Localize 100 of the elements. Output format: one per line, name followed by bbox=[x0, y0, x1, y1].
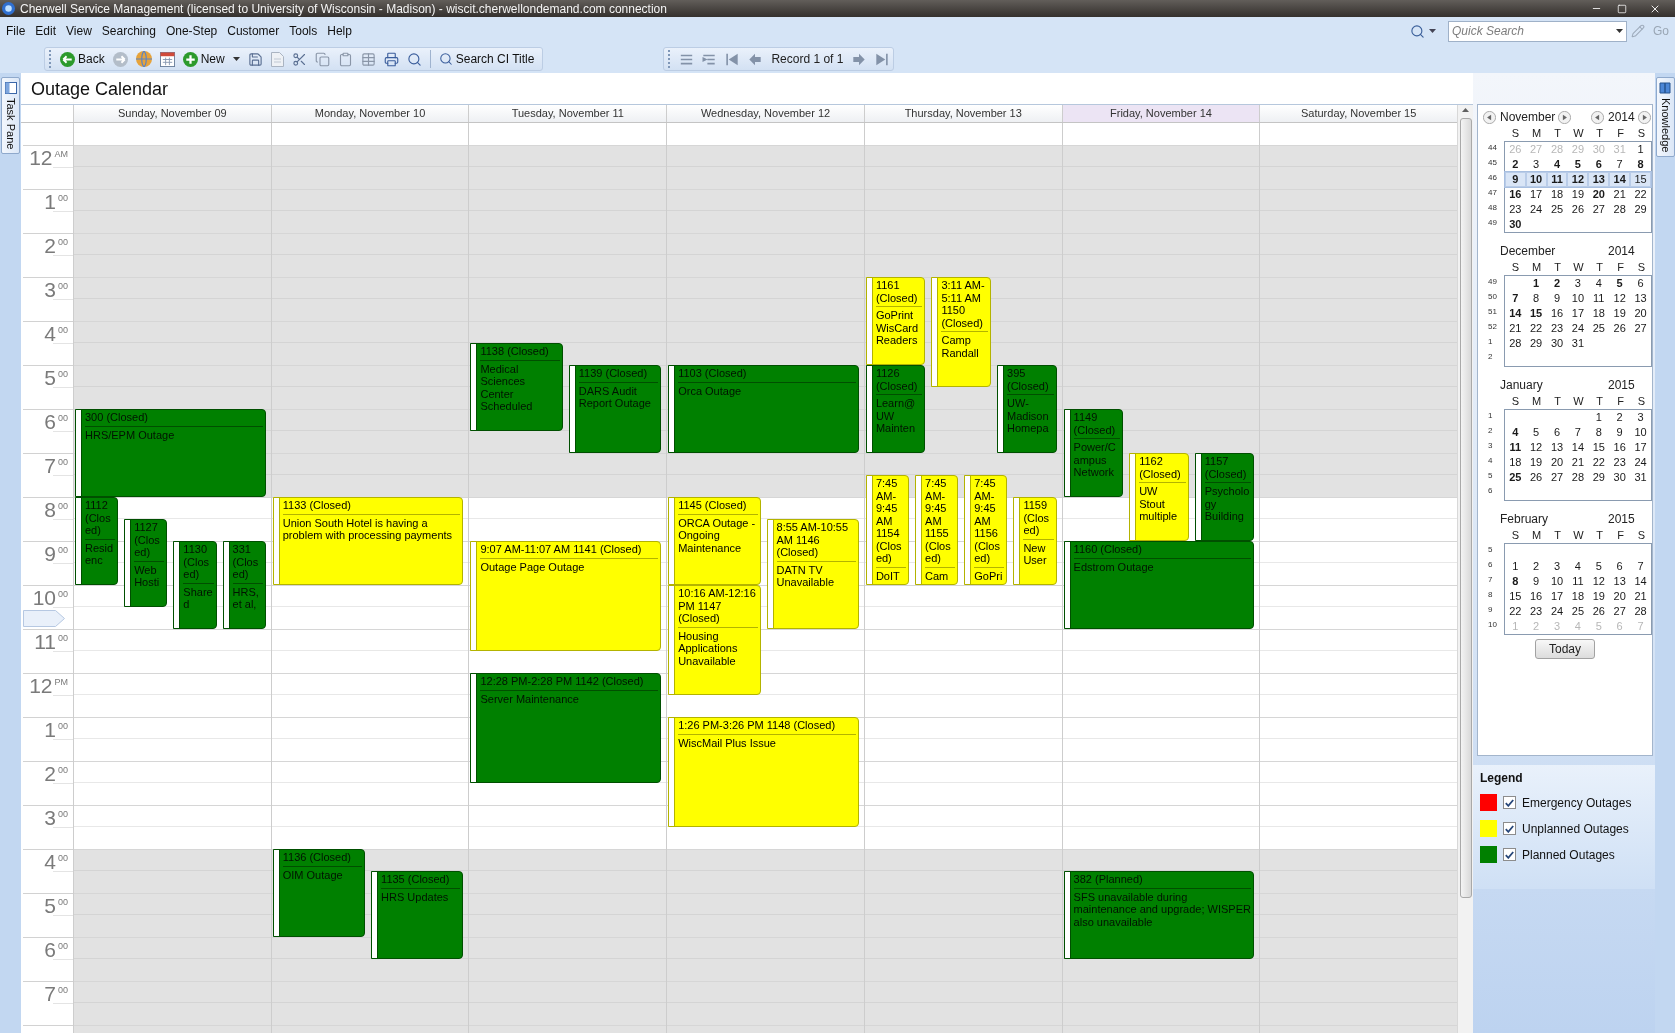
calendar-date[interactable]: 17 bbox=[1567, 306, 1589, 321]
calendar-date[interactable]: 20 bbox=[1546, 455, 1568, 470]
calendar-date[interactable]: 2 bbox=[1525, 559, 1547, 574]
calendar-date[interactable]: 10 bbox=[1567, 291, 1589, 306]
calendar-date[interactable]: 31 bbox=[1630, 470, 1651, 485]
calendar-date[interactable]: 26 bbox=[1567, 202, 1589, 217]
calendar-date[interactable]: 2 bbox=[1546, 276, 1568, 291]
calendar-date[interactable]: 12 bbox=[1525, 440, 1547, 455]
day-header[interactable]: Tuesday, November 11 bbox=[468, 105, 667, 122]
calendar-date[interactable]: 27 bbox=[1609, 604, 1631, 619]
calendar-date[interactable]: 17 bbox=[1546, 589, 1568, 604]
plus-icon[interactable] bbox=[182, 51, 198, 67]
calendar-date[interactable]: 8 bbox=[1504, 574, 1526, 589]
calendar-date[interactable]: 9 bbox=[1609, 425, 1631, 440]
day-header[interactable]: Monday, November 10 bbox=[270, 105, 469, 122]
menu-item[interactable]: One-Step bbox=[160, 23, 223, 39]
calendar-date[interactable]: 9 bbox=[1525, 574, 1547, 589]
calendar-date[interactable]: 28 bbox=[1609, 202, 1631, 217]
calendar-date[interactable]: 25 bbox=[1546, 202, 1568, 217]
event-card[interactable]: 7:45 AM-9:45 AM 1154 (Closed) DoIT bbox=[865, 475, 910, 585]
menu-item[interactable]: Searching bbox=[96, 23, 161, 39]
calendar-date[interactable]: 7 bbox=[1567, 425, 1589, 440]
back-arrow-icon[interactable] bbox=[60, 51, 75, 67]
calendar-date[interactable]: 18 bbox=[1546, 187, 1568, 202]
calendar-date[interactable]: 8 bbox=[1588, 425, 1610, 440]
event-card[interactable]: 1130 (Closed) Shared bbox=[173, 541, 217, 629]
calendar-date[interactable]: 16 bbox=[1504, 187, 1526, 202]
scrollbar-thumb[interactable] bbox=[1459, 118, 1472, 898]
calendar-date[interactable]: 21 bbox=[1609, 187, 1631, 202]
calendar-date[interactable]: 21 bbox=[1567, 455, 1589, 470]
menu-item[interactable]: Tools bbox=[284, 23, 323, 39]
calendar-date[interactable]: 13 bbox=[1546, 440, 1568, 455]
menu-item[interactable]: File bbox=[1, 23, 31, 39]
calendar-date[interactable]: 24 bbox=[1525, 202, 1547, 217]
calendar-date[interactable]: 22 bbox=[1525, 321, 1547, 336]
event-card[interactable]: 1127 (Closed) Web Hosti bbox=[124, 519, 168, 607]
calendar-date[interactable]: 5 bbox=[1588, 559, 1610, 574]
calendar-date[interactable]: 6 bbox=[1588, 157, 1610, 172]
day-header[interactable]: Saturday, November 15 bbox=[1259, 105, 1458, 122]
calendar-date[interactable]: 12 bbox=[1588, 574, 1610, 589]
calendar-date[interactable]: 12 bbox=[1609, 291, 1631, 306]
indent-list-icon[interactable] bbox=[702, 52, 717, 66]
calendar-date[interactable]: 18 bbox=[1567, 589, 1589, 604]
calendar-date[interactable]: 4 bbox=[1588, 276, 1610, 291]
calendar-date[interactable]: 5 bbox=[1567, 157, 1589, 172]
calendar-date[interactable]: 24 bbox=[1546, 604, 1568, 619]
scroll-up-icon[interactable] bbox=[1462, 108, 1469, 112]
calendar-icon[interactable] bbox=[159, 51, 175, 67]
calendar-date[interactable]: 12 bbox=[1567, 172, 1589, 187]
event-card[interactable]: 1112 (Closed) Residenc bbox=[75, 497, 119, 585]
calendar-date[interactable]: 10 bbox=[1525, 172, 1547, 187]
event-card[interactable]: 1138 (Closed) Medical Sciences Center Scheduled bbox=[470, 343, 563, 431]
calendar-date[interactable]: 16 bbox=[1525, 589, 1547, 604]
event-card[interactable]: 8:55 AM-10:55 AM 1146 (Closed) DATN TV Unavailable bbox=[766, 519, 859, 629]
calendar-date[interactable]: 29 bbox=[1525, 336, 1547, 351]
calendar-date[interactable]: 20 bbox=[1609, 589, 1631, 604]
calendar-date[interactable]: 11 bbox=[1504, 440, 1526, 455]
calendar-date[interactable]: 1 bbox=[1504, 559, 1526, 574]
calendar-date[interactable]: 23 bbox=[1546, 321, 1568, 336]
calendar-date[interactable]: 7 bbox=[1609, 157, 1631, 172]
calendar-date[interactable]: 27 bbox=[1588, 202, 1610, 217]
calendar-date[interactable]: 25 bbox=[1504, 470, 1526, 485]
event-card[interactable]: 395 (Closed) UW-Madison Homepa bbox=[997, 365, 1057, 453]
event-card[interactable]: 10:16 AM-12:16 PM 1147 (Closed) Housing Applications Unavailable bbox=[668, 585, 761, 695]
search-icon[interactable] bbox=[406, 51, 422, 67]
grip-icon[interactable] bbox=[668, 50, 672, 68]
scrollbar[interactable] bbox=[1457, 105, 1473, 1033]
calendar-date[interactable]: 10 bbox=[1546, 574, 1568, 589]
save-icon[interactable] bbox=[247, 51, 263, 67]
next-record-icon[interactable] bbox=[852, 52, 867, 66]
calendar-date[interactable]: 3 bbox=[1525, 157, 1547, 172]
event-card[interactable]: 3:11 AM-5:11 AM 1150 (Closed) Camp Randall bbox=[931, 277, 991, 387]
calendar-date[interactable]: 26 bbox=[1588, 604, 1610, 619]
calendar-date[interactable]: 19 bbox=[1609, 306, 1631, 321]
calendar-date[interactable]: 5 bbox=[1525, 425, 1547, 440]
calendar-date[interactable]: 8 bbox=[1630, 157, 1651, 172]
calendar-date[interactable]: 17 bbox=[1525, 187, 1547, 202]
calendar-date[interactable]: 19 bbox=[1567, 187, 1589, 202]
calendar-date[interactable]: 6 bbox=[1630, 276, 1651, 291]
next-icon[interactable] bbox=[1638, 110, 1651, 124]
event-card[interactable]: 1149 (Closed) Power/Campus Network bbox=[1063, 409, 1124, 497]
event-card[interactable]: 1159 (Closed) New User bbox=[1013, 497, 1057, 585]
panel-icon[interactable] bbox=[4, 82, 17, 94]
event-card[interactable]: 300 (Closed) HRS/EPM Outage bbox=[75, 409, 266, 497]
event-card[interactable]: 382 (Planned) SFS unavailable during maintenance and upgrade; WISPER also unavailable bbox=[1063, 871, 1255, 959]
search-icon[interactable] bbox=[438, 52, 453, 66]
calendar-date[interactable]: 21 bbox=[1630, 589, 1651, 604]
previous-record-icon[interactable] bbox=[748, 52, 763, 66]
grip-icon[interactable] bbox=[49, 50, 52, 68]
calendar-date[interactable]: 15 bbox=[1504, 589, 1526, 604]
event-card[interactable]: 1:26 PM-3:26 PM 1148 (Closed) WiscMail Plus Issue bbox=[668, 717, 859, 827]
calendar-date[interactable]: 28 bbox=[1630, 604, 1651, 619]
event-card[interactable]: 1135 (Closed) HRS Updates bbox=[371, 871, 464, 959]
calendar-date[interactable]: 23 bbox=[1525, 604, 1547, 619]
day-header[interactable]: Friday, November 14 bbox=[1061, 105, 1260, 122]
calendar-date[interactable]: 31 bbox=[1567, 336, 1589, 351]
today-button[interactable]: Today bbox=[1535, 639, 1595, 659]
caret-icon[interactable] bbox=[232, 57, 240, 61]
calendar-date[interactable]: 25 bbox=[1567, 604, 1589, 619]
calendar-date[interactable]: 23 bbox=[1609, 455, 1631, 470]
